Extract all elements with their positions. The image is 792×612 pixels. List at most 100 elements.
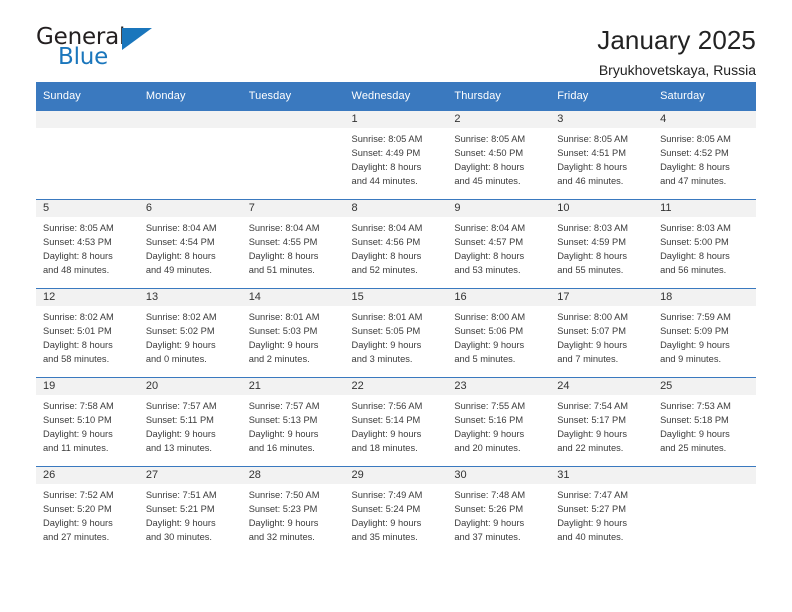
sunrise-text: Sunrise: 8:00 AM [557,312,629,322]
sunset-text: Sunset: 4:52 PM [660,148,729,158]
calendar-day-cell[interactable]: 6 Sunrise: 8:04 AM Sunset: 4:54 PM Daylight… [138,199,242,289]
sunset-text: Sunset: 4:50 PM [454,148,524,158]
daylight-text-line2: and 45 minutes. [454,176,521,186]
calendar-day-cell[interactable]: 10 Sunrise: 8:03 AM Sunset: 4:59 PM Dayligh… [550,199,654,289]
daylight-text-line2: and 3 minutes. [351,354,413,364]
day-cell-inner [138,111,242,199]
day-cell-inner: 20 Sunrise: 7:57 AM Sunset: 5:11 PM Dayligh… [138,378,242,466]
day-cell-inner: 26 Sunrise: 7:52 AM Sunset: 5:20 PM Dayligh… [36,467,139,556]
daylight-text-line1: Daylight: 9 hours [454,518,525,528]
weekday-header-wednesday: Wednesday [344,82,448,111]
calendar-day-cell[interactable]: 26 Sunrise: 7:52 AM Sunset: 5:20 PM Dayligh… [36,466,139,556]
sunset-text: Sunset: 5:27 PM [557,504,626,514]
calendar-day-cell[interactable]: 8 Sunrise: 8:04 AM Sunset: 4:56 PM Daylight… [344,199,448,289]
sunrise-text: Sunrise: 8:05 AM [351,134,423,144]
sunrise-text: Sunrise: 7:51 AM [145,490,217,500]
sunrise-text: Sunrise: 7:48 AM [454,490,526,500]
sunset-text: Sunset: 5:06 PM [454,326,524,336]
calendar-day-cell[interactable]: 18 Sunrise: 7:59 AM Sunset: 5:09 PM Dayligh… [653,288,756,378]
sunset-text: Sunset: 5:18 PM [660,415,729,425]
daylight-text-line1: Daylight: 9 hours [454,429,525,439]
calendar-day-cell[interactable]: 19 Sunrise: 7:58 AM Sunset: 5:10 PM Dayligh… [36,377,139,467]
day-sun-info: Sunrise: 8:03 AM Sunset: 5:00 PM Daylight:… [653,217,756,277]
calendar-day-cell[interactable]: 21 Sunrise: 7:57 AM Sunset: 5:13 PM Dayligh… [241,377,345,467]
calendar-day-cell[interactable]: 2 Sunrise: 8:05 AM Sunset: 4:50 PM Daylight… [447,110,551,200]
calendar-day-cell[interactable]: 24 Sunrise: 7:54 AM Sunset: 5:17 PM Dayligh… [550,377,654,467]
calendar-day-cell[interactable]: 17 Sunrise: 8:00 AM Sunset: 5:07 PM Dayligh… [550,288,654,378]
calendar-day-cell[interactable]: 27 Sunrise: 7:51 AM Sunset: 5:21 PM Dayligh… [138,466,242,556]
daylight-text-line1: Daylight: 9 hours [557,518,627,528]
day-sun-info: Sunrise: 8:02 AM Sunset: 5:02 PM Daylight:… [139,306,242,366]
sunrise-text: Sunrise: 8:04 AM [454,223,526,233]
daylight-text-line1: Daylight: 8 hours [351,162,422,172]
daylight-text-line1: Daylight: 9 hours [43,518,113,528]
day-sun-info: Sunrise: 8:05 AM Sunset: 4:50 PM Daylight:… [447,128,550,188]
day-cell-inner: 3 Sunrise: 8:05 AM Sunset: 4:51 PM Daylight… [550,111,654,199]
daylight-text-line1: Daylight: 8 hours [145,251,216,261]
calendar-day-cell[interactable]: 22 Sunrise: 7:56 AM Sunset: 5:14 PM Dayligh… [344,377,448,467]
day-sun-info: Sunrise: 7:54 AM Sunset: 5:17 PM Daylight:… [550,395,653,455]
page-subtitle: Bryukhovetskaya, Russia [598,62,756,79]
daylight-text-line2: and 32 minutes. [248,532,315,542]
daylight-text-line1: Daylight: 8 hours [454,162,525,172]
sunset-text: Sunset: 4:54 PM [145,237,215,247]
sunset-text: Sunset: 4:55 PM [248,237,318,247]
daylight-text-line1: Daylight: 9 hours [145,429,216,439]
calendar-day-cell[interactable]: 20 Sunrise: 7:57 AM Sunset: 5:11 PM Dayligh… [138,377,242,467]
sunset-text: Sunset: 5:26 PM [454,504,524,514]
day-sun-info: Sunrise: 7:53 AM Sunset: 5:18 PM Daylight:… [653,395,756,455]
weekday-header-saturday: Saturday [653,82,756,111]
day-sun-info: Sunrise: 8:04 AM Sunset: 4:55 PM Daylight:… [242,217,345,277]
day-number: 14 [241,289,345,306]
sunset-text: Sunset: 5:24 PM [351,504,421,514]
day-sun-info: Sunrise: 8:04 AM Sunset: 4:56 PM Daylight:… [345,217,448,277]
weekday-header-thursday: Thursday [447,82,551,111]
calendar-day-cell[interactable]: 23 Sunrise: 7:55 AM Sunset: 5:16 PM Dayligh… [447,377,551,467]
day-cell-inner: 2 Sunrise: 8:05 AM Sunset: 4:50 PM Daylight… [447,111,551,199]
day-sun-info: Sunrise: 8:04 AM Sunset: 4:57 PM Daylight:… [447,217,550,277]
sunrise-text: Sunrise: 7:55 AM [454,401,526,411]
day-number: 25 [653,378,756,395]
daylight-text-line1: Daylight: 8 hours [43,251,113,261]
calendar-day-cell[interactable]: 4 Sunrise: 8:05 AM Sunset: 4:52 PM Daylight… [653,110,756,200]
calendar-cell-empty [138,110,242,200]
day-cell-inner: 6 Sunrise: 8:04 AM Sunset: 4:54 PM Daylight… [138,200,242,288]
day-number: 23 [447,378,551,395]
day-sun-info: Sunrise: 7:57 AM Sunset: 5:11 PM Daylight:… [139,395,242,455]
calendar-day-cell[interactable]: 31 Sunrise: 7:47 AM Sunset: 5:27 PM Dayligh… [550,466,654,556]
calendar-day-cell[interactable]: 30 Sunrise: 7:48 AM Sunset: 5:26 PM Dayligh… [447,466,551,556]
sunset-text: Sunset: 4:49 PM [351,148,421,158]
calendar-day-cell[interactable]: 9 Sunrise: 8:04 AM Sunset: 4:57 PM Daylight… [447,199,551,289]
sunrise-text: Sunrise: 8:04 AM [351,223,423,233]
daylight-text-line2: and 22 minutes. [557,443,624,453]
calendar-day-cell[interactable]: 16 Sunrise: 8:00 AM Sunset: 5:06 PM Dayligh… [447,288,551,378]
calendar-day-cell[interactable]: 12 Sunrise: 8:02 AM Sunset: 5:01 PM Dayligh… [36,288,139,378]
calendar-day-cell[interactable]: 25 Sunrise: 7:53 AM Sunset: 5:18 PM Dayligh… [653,377,756,467]
calendar-day-cell[interactable]: 1 Sunrise: 8:05 AM Sunset: 4:49 PM Daylight… [344,110,448,200]
general-blue-logo[interactable]: General Blue [36,26,152,74]
day-cell-inner [36,111,139,199]
calendar-day-cell[interactable]: 28 Sunrise: 7:50 AM Sunset: 5:23 PM Dayligh… [241,466,345,556]
calendar-day-cell[interactable]: 3 Sunrise: 8:05 AM Sunset: 4:51 PM Daylight… [550,110,654,200]
day-cell-inner: 12 Sunrise: 8:02 AM Sunset: 5:01 PM Dayligh… [36,289,139,377]
sunrise-text: Sunrise: 7:56 AM [351,401,423,411]
daylight-text-line2: and 51 minutes. [248,265,315,275]
calendar-day-cell[interactable]: 29 Sunrise: 7:49 AM Sunset: 5:24 PM Dayligh… [344,466,448,556]
daylight-text-line2: and 47 minutes. [660,176,727,186]
day-cell-inner: 18 Sunrise: 7:59 AM Sunset: 5:09 PM Dayligh… [653,289,756,377]
calendar-day-cell[interactable]: 5 Sunrise: 8:05 AM Sunset: 4:53 PM Daylight… [36,199,139,289]
day-cell-inner: 17 Sunrise: 8:00 AM Sunset: 5:07 PM Dayligh… [550,289,654,377]
calendar-day-cell[interactable]: 15 Sunrise: 8:01 AM Sunset: 5:05 PM Dayligh… [344,288,448,378]
day-number: 10 [550,200,654,217]
calendar-day-cell[interactable]: 13 Sunrise: 8:02 AM Sunset: 5:02 PM Dayligh… [138,288,242,378]
sunset-text: Sunset: 5:10 PM [43,415,112,425]
calendar-day-cell[interactable]: 11 Sunrise: 8:03 AM Sunset: 5:00 PM Dayligh… [653,199,756,289]
calendar-week-row: 5 Sunrise: 8:05 AM Sunset: 4:53 PM Daylight… [36,199,756,289]
day-sun-info: Sunrise: 8:05 AM Sunset: 4:53 PM Daylight:… [36,217,139,277]
calendar-day-cell[interactable]: 14 Sunrise: 8:01 AM Sunset: 5:03 PM Dayligh… [241,288,345,378]
calendar-day-cell[interactable]: 7 Sunrise: 8:04 AM Sunset: 4:55 PM Daylight… [241,199,345,289]
sunset-text: Sunset: 5:11 PM [145,415,214,425]
sunset-text: Sunset: 5:05 PM [351,326,421,336]
calendar-week-row: 12 Sunrise: 8:02 AM Sunset: 5:01 PM Dayligh… [36,288,756,378]
sunset-text: Sunset: 4:57 PM [454,237,524,247]
